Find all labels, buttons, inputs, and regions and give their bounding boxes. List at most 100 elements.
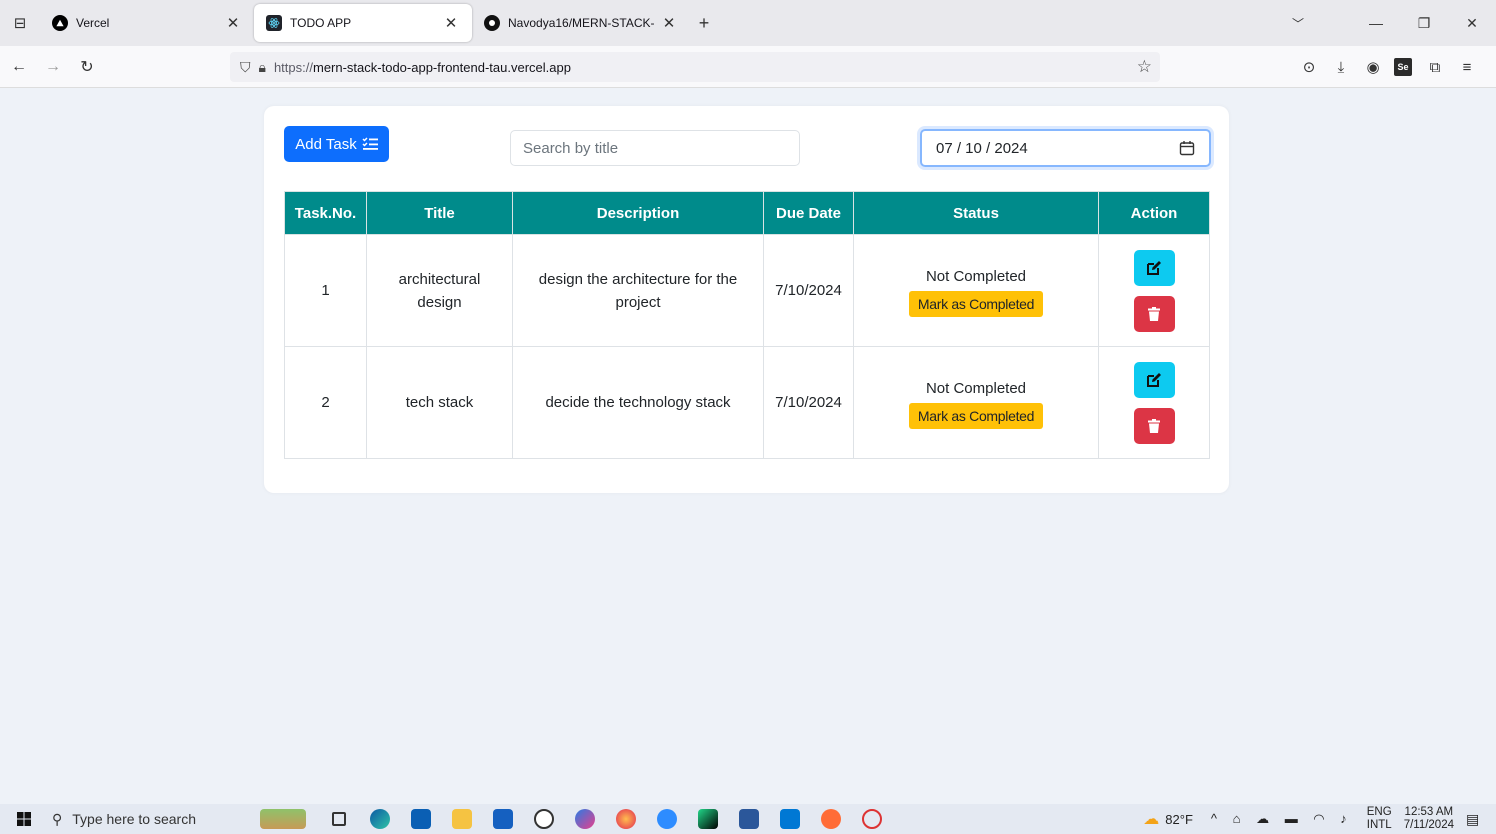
search-input[interactable]: Search by title	[510, 130, 800, 166]
clock[interactable]: 12:53 AM 7/11/2024	[1404, 806, 1454, 832]
browser-tab-bar: ⊟ Vercel ✕ TODO APP ✕ Navodya16/MERN-STA…	[0, 0, 1496, 46]
task-description: design the architecture for the project	[512, 234, 764, 347]
lang-layout: INTL	[1366, 819, 1392, 831]
task-title: architectural design	[366, 234, 513, 347]
table-row: 2 tech stack decide the technology stack…	[284, 346, 1210, 459]
close-tab-icon[interactable]: ✕	[442, 14, 460, 32]
tray-icons[interactable]: ^ ⌂ ☁ ▬ ◠ ♪	[1211, 811, 1353, 827]
status-text: Not Completed	[925, 379, 1027, 397]
extensions-icon[interactable]: ⧉	[1420, 59, 1450, 76]
list-check-icon	[362, 137, 378, 150]
weather-icon: ☁	[1143, 811, 1160, 828]
firefox-icon[interactable]	[605, 804, 646, 834]
edit-task-button[interactable]	[1133, 361, 1175, 398]
selenium-extension-icon[interactable]: Se	[1394, 58, 1412, 76]
back-arrow-icon[interactable]: ←	[4, 52, 34, 82]
forward-arrow-icon[interactable]: →	[38, 52, 68, 82]
shield-icon[interactable]: ⛉	[240, 59, 251, 76]
task-view-icon[interactable]	[318, 804, 359, 834]
task-due-date: 7/10/2024	[763, 346, 854, 459]
dell-icon[interactable]	[523, 804, 564, 834]
pycharm-icon[interactable]	[687, 804, 728, 834]
windows-start-icon[interactable]	[0, 812, 48, 826]
due-date-filter-input[interactable]: 07 / 10 / 2024	[920, 129, 1211, 167]
tab-todo-app[interactable]: TODO APP ✕	[254, 4, 472, 42]
url-bar[interactable]: ⛉ 🔒︎ https:// mern-stack-todo-app-fronte…	[230, 52, 1160, 82]
mark-as-completed-button[interactable]: Mark as Completed	[908, 402, 1044, 429]
lang-code: ENG	[1366, 806, 1392, 818]
window-close-icon[interactable]: ✕	[1448, 0, 1496, 46]
new-tab-plus-icon[interactable]: +	[690, 4, 718, 42]
url-protocol: https://	[273, 59, 313, 75]
task-status-cell: Not Completed Mark as Completed	[853, 346, 1099, 459]
task-number: 2	[284, 346, 367, 459]
column-header-due-date: Due Date	[763, 191, 854, 235]
column-header-description: Description	[512, 191, 764, 235]
date-value: 07 / 10 / 2024	[936, 139, 1028, 157]
add-task-button[interactable]: Add Task	[284, 126, 389, 162]
copilot-icon[interactable]	[564, 804, 605, 834]
zoom-icon[interactable]	[646, 804, 687, 834]
vscode-icon[interactable]	[769, 804, 810, 834]
vercel-logo-icon	[52, 15, 68, 31]
account-icon[interactable]: ◉	[1358, 58, 1388, 76]
tasks-table: Task.No. Title Description Due Date Stat…	[284, 191, 1210, 459]
add-task-label: Add Task	[295, 135, 357, 153]
mark-as-completed-button[interactable]: Mark as Completed	[908, 290, 1044, 317]
minimize-icon[interactable]: —	[1352, 0, 1400, 46]
delete-task-button[interactable]	[1133, 295, 1175, 332]
github-logo-icon	[484, 15, 500, 31]
todo-card: Add Task Search by title 07 / 10 / 2024 …	[264, 106, 1229, 493]
table-row: 1 architectural design design the archit…	[284, 234, 1210, 347]
notifications-icon[interactable]: ▤	[1466, 811, 1496, 828]
restore-icon[interactable]: ❐	[1400, 0, 1448, 46]
tab-overview-icon[interactable]: ⊟	[0, 0, 40, 46]
task-actions-cell	[1098, 346, 1210, 459]
downloads-icon[interactable]: ⤓	[1326, 59, 1356, 76]
system-tray: ☁ 82°F ^ ⌂ ☁ ▬ ◠ ♪ ENG INTL 12:53 AM 7/1…	[1143, 804, 1496, 834]
edit-task-button[interactable]	[1133, 249, 1175, 286]
weather-widget[interactable]: ☁ 82°F	[1143, 809, 1193, 829]
calendar-icon[interactable]	[1179, 140, 1195, 156]
column-header-title: Title	[366, 191, 513, 235]
edge-icon[interactable]	[359, 804, 400, 834]
search-icon: ⚲	[52, 810, 63, 827]
lock-icon[interactable]: 🔒︎	[259, 59, 266, 76]
postman-icon[interactable]	[810, 804, 851, 834]
delete-task-button[interactable]	[1133, 407, 1175, 444]
reload-icon[interactable]: ↻	[72, 52, 102, 82]
status-text: Not Completed	[925, 267, 1027, 285]
tab-vercel[interactable]: Vercel ✕	[40, 4, 254, 42]
mail-icon[interactable]	[400, 804, 441, 834]
tab-title: Navodya16/MERN-STACK-TODO	[508, 16, 654, 30]
list-all-tabs-chevron-icon[interactable]: ﹀	[1274, 0, 1322, 46]
edit-icon	[1147, 372, 1161, 387]
column-header-action: Action	[1098, 191, 1210, 235]
task-description: decide the technology stack	[512, 346, 764, 459]
tab-github[interactable]: Navodya16/MERN-STACK-TODO ✕	[472, 4, 690, 42]
file-explorer-icon[interactable]	[441, 804, 482, 834]
task-due-date: 7/10/2024	[763, 234, 854, 347]
trash-icon	[1148, 418, 1160, 433]
task-status-cell: Not Completed Mark as Completed	[853, 234, 1099, 347]
clock-time: 12:53 AM	[1404, 806, 1454, 818]
language-indicator[interactable]: ENG INTL	[1367, 806, 1392, 832]
column-header-status: Status	[853, 191, 1099, 235]
table-header-row: Task.No. Title Description Due Date Stat…	[284, 191, 1210, 235]
snipping-tool-icon[interactable]	[851, 804, 892, 834]
pocket-icon[interactable]: ⊙	[1294, 58, 1324, 76]
bookmark-star-icon[interactable]: ☆	[1137, 57, 1152, 77]
edit-icon	[1147, 260, 1161, 275]
word-icon[interactable]	[728, 804, 769, 834]
store-icon[interactable]	[482, 804, 523, 834]
react-logo-icon	[266, 15, 282, 31]
close-tab-icon[interactable]: ✕	[660, 14, 678, 32]
taskbar-search[interactable]: ⚲ Type here to search	[48, 804, 248, 834]
tab-title: TODO APP	[290, 16, 352, 30]
task-actions-cell	[1098, 234, 1210, 347]
menu-icon[interactable]: ≡	[1452, 59, 1482, 76]
column-header-task-no: Task.No.	[284, 191, 367, 235]
temperature: 82°F	[1165, 811, 1193, 827]
widgets-landscape-icon[interactable]	[248, 804, 318, 834]
close-tab-icon[interactable]: ✕	[224, 14, 242, 32]
